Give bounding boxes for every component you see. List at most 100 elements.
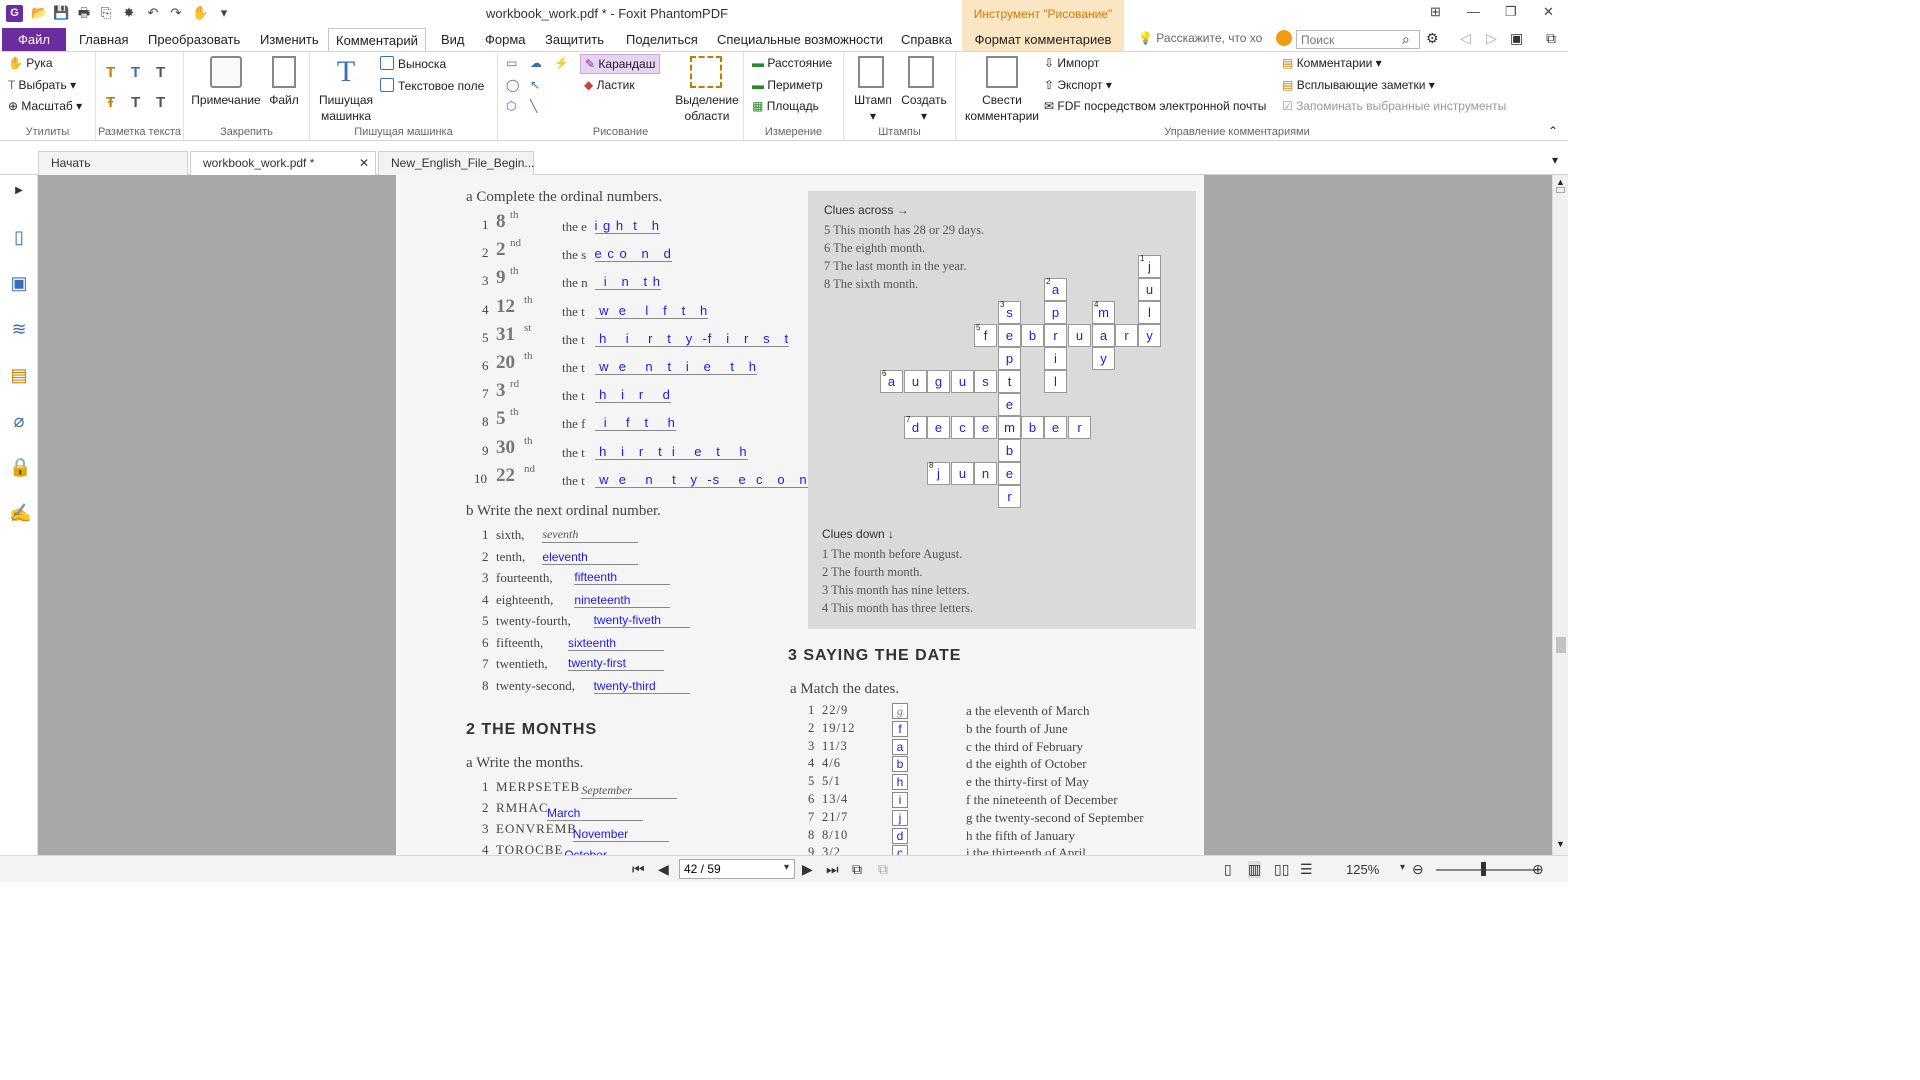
perimeter-tool[interactable]: ▬ Периметр <box>752 78 823 92</box>
tab-convert[interactable]: Преобразовать <box>141 28 247 51</box>
oval-icon[interactable]: ◯ <box>506 78 519 92</box>
user-icon[interactable]: ▣ <box>1510 30 1523 47</box>
copy-icon[interactable]: ⎘ <box>98 5 114 21</box>
zoom-slider[interactable] <box>1436 869 1536 871</box>
print-icon[interactable]: 🖶 <box>76 5 92 21</box>
insert-text-icon[interactable]: T <box>156 94 165 111</box>
scroll-up-icon[interactable]: ▲ <box>1556 177 1565 187</box>
note-icon[interactable] <box>210 56 242 88</box>
continuous-facing-icon[interactable]: ☰ <box>1300 861 1313 878</box>
popup-notes-dropdown[interactable]: ▤ Всплывающие заметки ▾ <box>1282 78 1435 92</box>
rectangle-icon[interactable]: ▭ <box>506 56 517 70</box>
cloud-icon[interactable]: ☁ <box>530 56 542 70</box>
next-page-icon[interactable]: ▶ <box>802 861 813 878</box>
facing-icon[interactable]: ▯▯ <box>1274 861 1289 878</box>
page-number-input[interactable] <box>679 859 795 879</box>
single-page-icon[interactable]: ▯ <box>1224 861 1232 878</box>
new-icon[interactable]: ✸ <box>121 5 137 21</box>
close-icon[interactable]: ✕ <box>1543 4 1554 20</box>
create-stamp-icon[interactable] <box>908 56 934 88</box>
scroll-down-icon[interactable]: ▼ <box>1556 839 1565 849</box>
expand-panel-icon[interactable]: ▶ <box>9 181 29 201</box>
tab-new-english-file[interactable]: New_English_File_Begin... <box>378 151 534 175</box>
comments-dropdown[interactable]: ▤ Комментарии ▾ <box>1282 56 1382 70</box>
tab-help[interactable]: Справка <box>894 28 959 51</box>
zoom-tool[interactable]: ⊕ Масштаб ▾ <box>8 99 82 113</box>
tab-form[interactable]: Форма <box>478 28 533 51</box>
tab-protect[interactable]: Защитить <box>538 28 611 51</box>
collapse-ribbon-icon[interactable]: ⌃ <box>1548 124 1558 138</box>
area-highlight-button[interactable]: Выделение области <box>672 92 742 124</box>
arrow-icon[interactable]: ↖ <box>530 78 540 92</box>
search-icon[interactable]: ⌕ <box>1402 31 1410 48</box>
redo-icon[interactable]: ↷ <box>168 5 184 21</box>
squiggly-icon[interactable]: T <box>156 64 165 81</box>
tab-home[interactable]: Главная <box>72 28 135 51</box>
strikeout-icon[interactable]: Ŧ <box>106 94 115 111</box>
layers-icon[interactable]: ≋ <box>9 319 29 339</box>
signature-icon[interactable]: ✍ <box>9 503 31 523</box>
polyline-icon[interactable]: ⚡ <box>554 56 569 70</box>
next-view-icon[interactable]: ⧉ <box>878 861 888 878</box>
line-icon[interactable]: ╲ <box>530 99 537 113</box>
page-dropdown-icon[interactable]: ▾ <box>784 862 789 873</box>
tab-edit[interactable]: Изменить <box>253 28 326 51</box>
stamp-button[interactable]: Штамп ▾ <box>848 92 898 124</box>
tab-comment-format[interactable]: Формат комментариев <box>962 28 1124 51</box>
file-button[interactable]: Файл <box>264 92 304 108</box>
feedback-icon[interactable] <box>1276 30 1292 46</box>
minimize-icon[interactable]: — <box>1467 4 1480 19</box>
comments-panel-icon[interactable]: ▤ <box>9 365 29 385</box>
tab-view[interactable]: Вид <box>434 28 472 51</box>
pages-icon[interactable]: ▣ <box>9 273 29 293</box>
import-button[interactable]: ⇩ Импорт <box>1044 56 1099 70</box>
forward-icon[interactable]: ▷ <box>1486 30 1497 47</box>
open-icon[interactable]: 📂 <box>31 5 47 21</box>
replace-text-icon[interactable]: T <box>131 94 140 111</box>
security-lock-icon[interactable]: 🔒 <box>9 457 31 477</box>
tab-accessibility[interactable]: Специальные возможности <box>710 28 890 51</box>
previous-view-icon[interactable]: ⧉ <box>852 861 862 878</box>
first-page-icon[interactable]: ⏮ <box>632 861 645 878</box>
document-viewer[interactable]: a Complete the ordinal numbers. 1 8th the … <box>38 175 1552 855</box>
bookmark-icon[interactable]: ▯ <box>9 227 29 247</box>
highlight-icon[interactable]: T <box>106 64 115 81</box>
layout-icon[interactable]: ⊞ <box>1430 4 1441 20</box>
back-icon[interactable]: ◁ <box>1460 30 1471 47</box>
area-highlight-icon[interactable] <box>690 56 722 88</box>
zoom-dropdown-icon[interactable]: ▾ <box>1400 862 1405 873</box>
summarize-icon[interactable] <box>986 56 1018 88</box>
select-tool[interactable]: T Выбрать ▾ <box>8 78 76 92</box>
area-tool[interactable]: ▦ Площадь <box>752 99 819 113</box>
hand-tool[interactable]: ✋ Рука <box>8 56 53 70</box>
continuous-icon[interactable]: ▥ <box>1248 861 1262 878</box>
stamp-icon[interactable] <box>858 56 884 88</box>
tell-me-field[interactable]: 💡 Расскажите, что хо <box>1138 31 1262 45</box>
tab-file[interactable]: Файл <box>2 28 66 51</box>
fdf-email-button[interactable]: ✉ FDF посредством электронной почты <box>1044 99 1266 113</box>
vertical-scrollbar[interactable]: ▲ ▼ <box>1552 175 1568 855</box>
split-icon[interactable] <box>1556 187 1565 193</box>
save-icon[interactable]: 💾 <box>53 5 69 21</box>
remember-tools-checkbox[interactable]: ☑ Запоминать выбранные инструменты <box>1282 99 1506 113</box>
zoom-slider-thumb[interactable] <box>1481 862 1486 876</box>
tab-list-icon[interactable]: ▾ <box>1552 153 1558 167</box>
last-page-icon[interactable]: ⏭ <box>826 861 839 878</box>
typewriter-button[interactable]: Пишущая машинка <box>312 92 380 124</box>
textbox-tool[interactable]: Текстовое поле <box>380 78 484 93</box>
zoom-in-icon[interactable]: ⊕ <box>1532 861 1544 878</box>
create-stamp-button[interactable]: Создать ▾ <box>898 92 950 124</box>
typewriter-icon[interactable]: T <box>330 56 362 88</box>
pencil-tool[interactable]: ✎ Карандаш <box>580 54 661 74</box>
eraser-tool[interactable]: ◆ Ластик <box>584 78 635 92</box>
zoom-out-icon[interactable]: ⊖ <box>1412 861 1424 878</box>
underline-icon[interactable]: T <box>131 64 140 81</box>
polygon-icon[interactable]: ⬡ <box>506 99 516 113</box>
zoom-level[interactable]: 125% <box>1346 862 1379 877</box>
tab-comment[interactable]: Комментарий <box>328 28 426 51</box>
undo-icon[interactable]: ↶ <box>145 5 161 21</box>
help-panel-icon[interactable]: ⧉ <box>1546 30 1556 47</box>
hand-tool-icon[interactable]: ✋ <box>192 5 208 21</box>
file-attach-icon[interactable] <box>272 56 296 88</box>
attachments-icon[interactable]: ⌀ <box>9 411 29 431</box>
